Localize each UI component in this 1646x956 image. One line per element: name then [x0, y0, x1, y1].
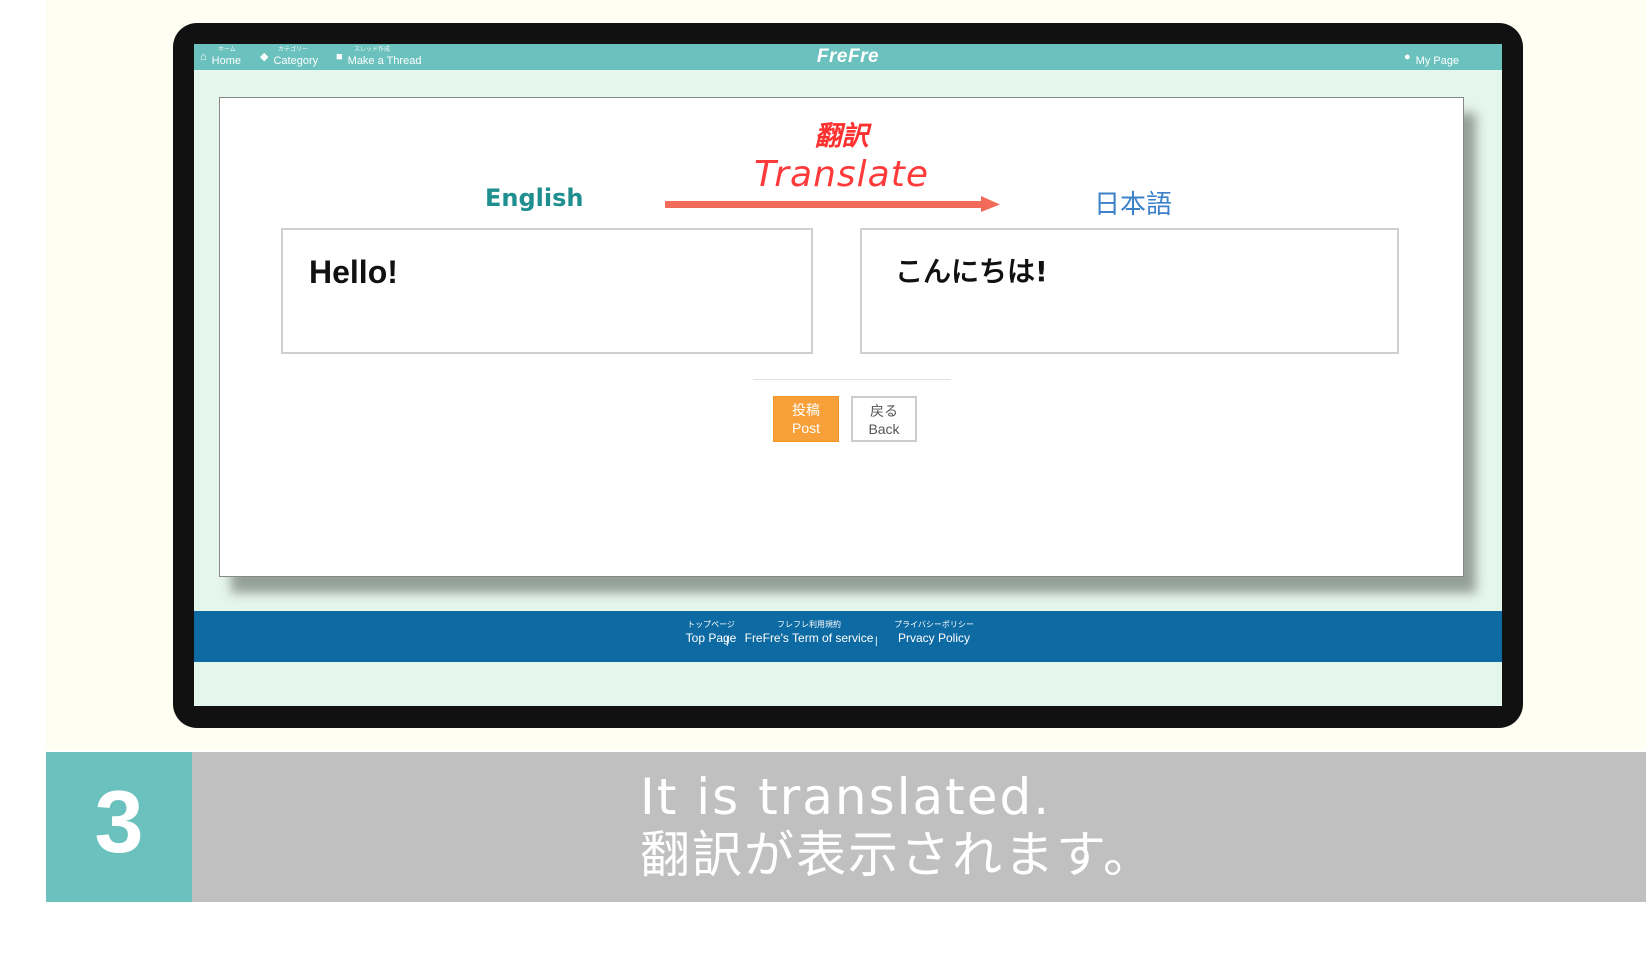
back-button-label-en: Back: [868, 421, 900, 437]
step-number-badge: 3: [46, 752, 192, 902]
translate-arrow-icon: [665, 196, 1000, 212]
step-caption-line1: It is translated.: [640, 768, 1052, 826]
footer-terms-en: FreFre's Term of service: [744, 631, 874, 645]
post-button-label-en: Post: [791, 420, 820, 436]
target-language-label: 日本語: [1094, 190, 1173, 220]
footer-link-terms[interactable]: フレフレ利用規約 FreFre's Term of service: [734, 619, 884, 645]
nav-my-page-label: My Page: [1415, 55, 1460, 67]
post-button-label-jp: 投稿: [792, 402, 820, 418]
nav-my-page[interactable]: ● My Page: [1404, 44, 1459, 70]
step-caption-line2: 翻訳が表示されます。: [640, 826, 1155, 884]
site-footer: トップページ Top Page | フレフレ利用規約 FreFre's Term…: [194, 611, 1502, 662]
back-button-label-jp: 戻る: [870, 403, 898, 419]
source-language-label: English: [485, 184, 584, 212]
source-text: Hello!: [309, 254, 398, 290]
translated-text: こんにちは!: [895, 255, 1048, 288]
user-icon: ●: [1404, 50, 1411, 63]
footer-link-privacy[interactable]: プライバシーポリシー Prvacy Policy: [879, 619, 989, 645]
step-caption: It is translated. 翻訳が表示されます。: [640, 768, 1155, 884]
footer-separator: |: [726, 636, 729, 647]
button-divider: [753, 379, 951, 380]
footer-privacy-en: Prvacy Policy: [897, 631, 971, 645]
back-button[interactable]: 戻る Back: [851, 396, 917, 442]
device-frame: ホーム ⌂ Home カテゴリー ◆ Category スレッド作成 ■ Mak…: [173, 23, 1523, 728]
app-screen: ホーム ⌂ Home カテゴリー ◆ Category スレッド作成 ■ Mak…: [194, 44, 1502, 706]
footer-terms-jp: フレフレ利用規約: [777, 620, 841, 629]
footer-privacy-jp: プライバシーポリシー: [894, 620, 974, 629]
post-button[interactable]: 投稿 Post: [773, 396, 839, 442]
top-nav-bar: ホーム ⌂ Home カテゴリー ◆ Category スレッド作成 ■ Mak…: [194, 44, 1502, 70]
translate-title-en: Translate: [754, 154, 929, 195]
source-text-field[interactable]: Hello!: [281, 228, 813, 354]
translated-text-field[interactable]: こんにちは!: [860, 228, 1399, 354]
footer-separator: |: [875, 636, 878, 647]
translate-title-jp: 翻訳: [814, 121, 869, 152]
translate-dialog: 翻訳 Translate English 日本語 Hello! こんにちは! 投…: [219, 97, 1464, 577]
step-number: 3: [94, 772, 144, 871]
brand-logo[interactable]: FreFre: [194, 46, 1502, 68]
